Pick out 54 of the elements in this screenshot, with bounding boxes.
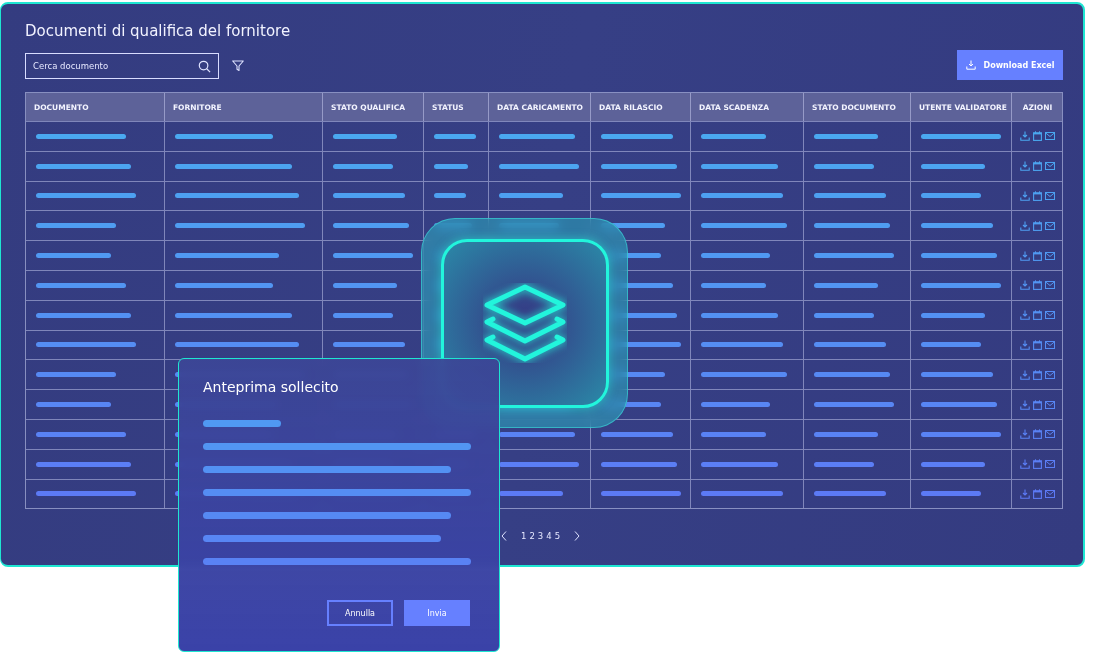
filter-icon[interactable]	[232, 60, 244, 72]
calendar-icon[interactable]	[1033, 369, 1042, 380]
mail-icon[interactable]	[1045, 311, 1055, 320]
calendar-icon[interactable]	[1033, 310, 1042, 321]
download-icon[interactable]	[1020, 310, 1030, 321]
panel-title: Documenti di qualifica del fornitore	[25, 22, 292, 40]
dialog-title: Anteprima sollecito	[203, 379, 340, 395]
calendar-icon[interactable]	[1033, 488, 1042, 499]
search-field[interactable]: Cerca documento	[25, 53, 219, 79]
page-link[interactable]: 5	[554, 531, 561, 542]
mail-icon[interactable]	[1045, 370, 1055, 379]
calendar-icon[interactable]	[1033, 161, 1042, 172]
mail-icon[interactable]	[1045, 400, 1055, 409]
calendar-icon[interactable]	[1033, 191, 1042, 201]
download-icon[interactable]	[1020, 488, 1030, 499]
download-icon[interactable]	[1020, 161, 1030, 172]
download-icon[interactable]	[1020, 250, 1030, 261]
layers-icon	[482, 283, 567, 363]
download-icon[interactable]	[1020, 459, 1030, 470]
calendar-icon[interactable]	[1033, 280, 1042, 291]
previous-page-icon[interactable]	[501, 531, 507, 542]
calendar-icon[interactable]	[1033, 339, 1042, 350]
download-icon[interactable]	[1020, 280, 1030, 291]
calendar-icon[interactable]	[1033, 250, 1042, 261]
mail-icon[interactable]	[1045, 460, 1055, 469]
next-page-icon[interactable]	[574, 531, 581, 542]
search-icon	[198, 60, 211, 73]
download-icon[interactable]	[1020, 339, 1030, 350]
calendar-icon[interactable]	[1033, 429, 1042, 440]
calendar-icon[interactable]	[1033, 131, 1042, 142]
mail-icon[interactable]	[1045, 489, 1055, 498]
page-link[interactable]: 3	[537, 531, 544, 542]
page-link[interactable]: 2	[529, 531, 535, 542]
calendar-icon[interactable]	[1033, 399, 1042, 410]
mail-icon[interactable]	[1045, 430, 1055, 439]
mail-icon[interactable]	[1045, 162, 1055, 171]
download-icon[interactable]	[1020, 399, 1030, 410]
page-link[interactable]: 4	[546, 531, 552, 542]
calendar-icon[interactable]	[1033, 220, 1042, 231]
cancel-button[interactable]: Annulla	[327, 600, 393, 626]
calendar-icon[interactable]	[1033, 459, 1042, 470]
mail-icon[interactable]	[1045, 281, 1055, 290]
download-icon[interactable]	[1020, 191, 1030, 201]
download-icon[interactable]	[1020, 369, 1030, 380]
mail-icon[interactable]	[1045, 132, 1055, 141]
page-link[interactable]: 1	[521, 531, 527, 542]
download-icon[interactable]	[1020, 131, 1030, 142]
download-icon	[965, 60, 976, 70]
mail-icon[interactable]	[1045, 340, 1055, 349]
mail-icon[interactable]	[1045, 221, 1055, 230]
download-icon[interactable]	[1020, 429, 1030, 440]
download-icon[interactable]	[1020, 220, 1030, 231]
mail-icon[interactable]	[1045, 251, 1055, 260]
mail-icon[interactable]	[1045, 192, 1055, 200]
